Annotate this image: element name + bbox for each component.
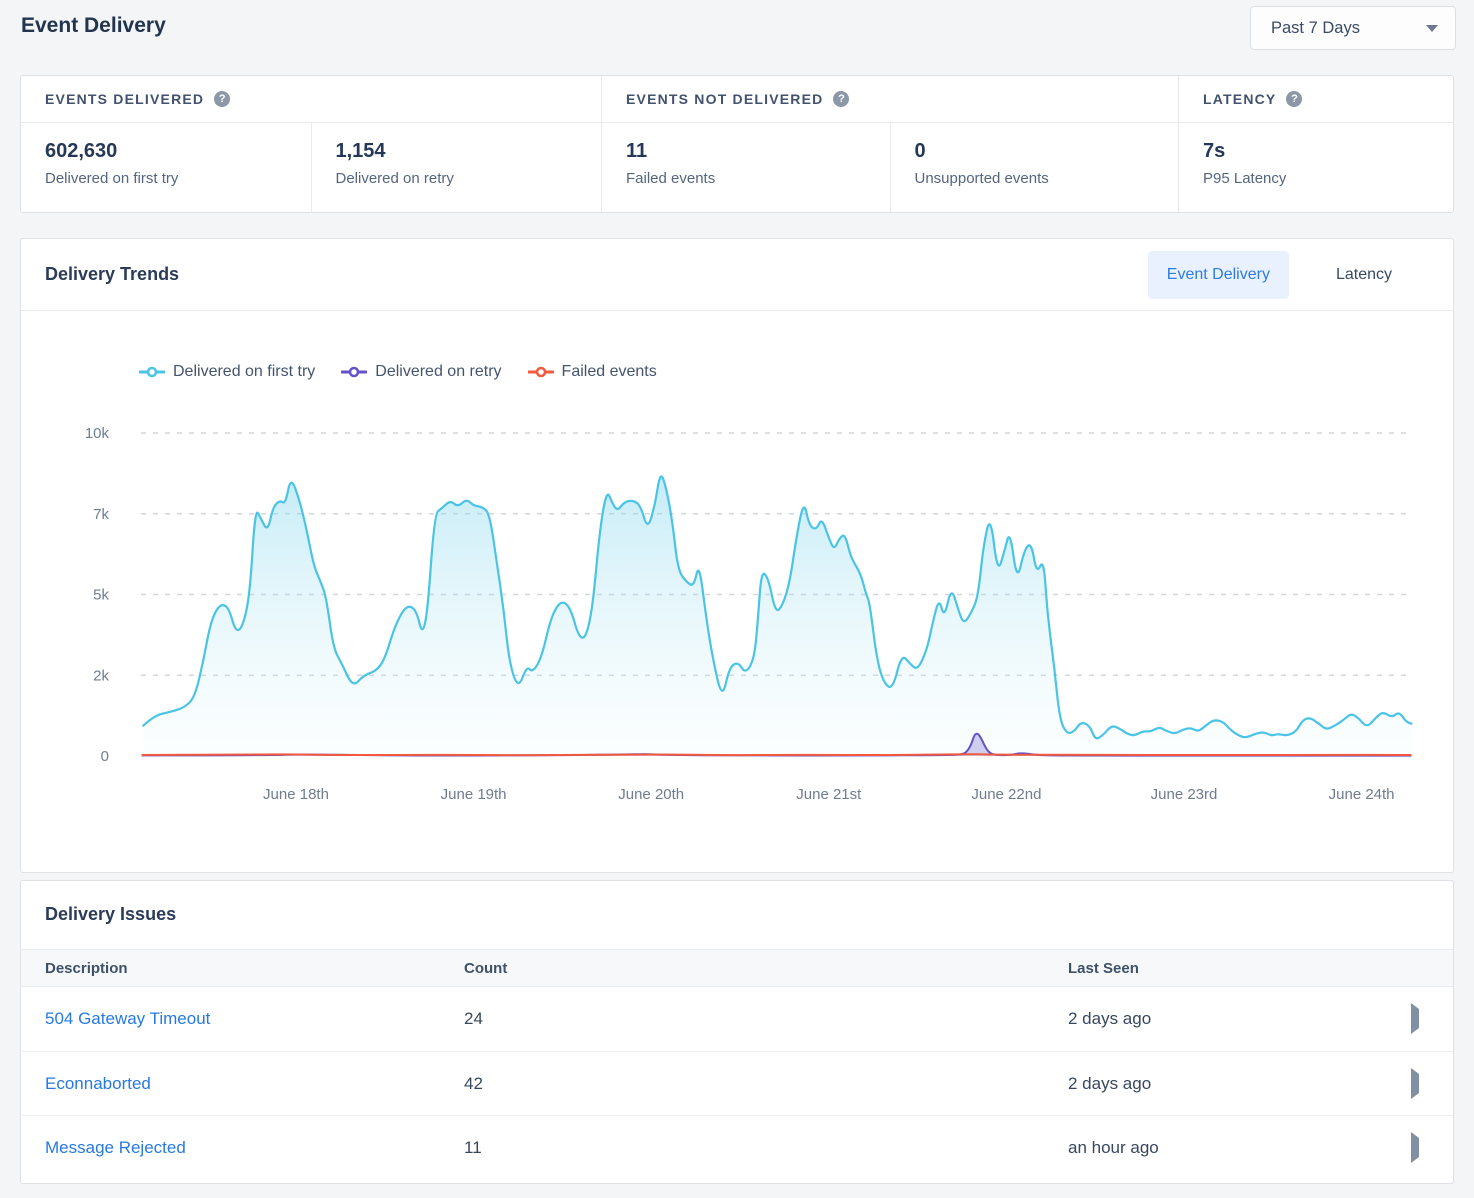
svg-text:June 22nd: June 22nd	[971, 786, 1041, 803]
legend-label: Delivered on first try	[173, 363, 315, 381]
legend-item-retry[interactable]: Delivered on retry	[341, 363, 501, 381]
tab-latency[interactable]: Latency	[1317, 251, 1411, 299]
help-icon[interactable]: ?	[1286, 91, 1302, 107]
issues-title: Delivery Issues	[21, 881, 1453, 949]
trend-chart-canvas: 0 2k 5k 7k 10k June 18th June 19th June 20th Jun…	[21, 311, 1453, 872]
stats-summary-card: EVENTS DELIVERED ? 602,630 Delivered on …	[20, 75, 1454, 213]
trends-tabs: Event Delivery Latency	[1148, 251, 1411, 299]
issue-last-seen: an hour ago	[1068, 1138, 1397, 1158]
svg-text:June 20th: June 20th	[618, 786, 684, 803]
stat-label: Unsupported events	[915, 170, 1155, 187]
issue-last-seen: 2 days ago	[1068, 1074, 1397, 1094]
stats-section-delivered: EVENTS DELIVERED ? 602,630 Delivered on …	[21, 76, 601, 212]
stats-section-latency: LATENCY ? 7s P95 Latency	[1178, 76, 1453, 212]
stats-section-header: EVENTS DELIVERED ?	[21, 76, 601, 123]
delivery-issues-card: Delivery Issues Description Count Last S…	[20, 880, 1454, 1184]
table-row[interactable]: Econnaborted 42 2 days ago	[21, 1051, 1453, 1115]
stat-value: 0	[915, 140, 1155, 163]
stat-value: 602,630	[45, 140, 287, 163]
stats-section-title: LATENCY	[1203, 91, 1276, 107]
stats-section-header: LATENCY ?	[1179, 76, 1453, 123]
stats-section-header: EVENTS NOT DELIVERED ?	[602, 76, 1178, 123]
stat-p95-latency: 7s P95 Latency	[1179, 123, 1453, 212]
issue-count: 24	[464, 1009, 1068, 1029]
delivery-trends-card: Delivery Trends Event Delivery Latency 0…	[20, 238, 1454, 873]
stats-section-title: EVENTS DELIVERED	[45, 91, 204, 107]
issues-table-header: Description Count Last Seen	[21, 949, 1453, 987]
line-marker-icon	[528, 366, 554, 378]
svg-text:June 24th: June 24th	[1329, 786, 1395, 803]
stats-section-title: EVENTS NOT DELIVERED	[626, 91, 823, 107]
svg-text:7k: 7k	[93, 506, 109, 523]
trends-header: Delivery Trends Event Delivery Latency	[21, 239, 1453, 311]
stat-failed-events: 11 Failed events	[602, 123, 890, 212]
issue-link[interactable]: Message Rejected	[45, 1138, 186, 1157]
legend-label: Delivered on retry	[375, 363, 501, 381]
page-title: Event Delivery	[21, 14, 166, 38]
chevron-right-icon[interactable]	[1411, 1068, 1419, 1099]
stat-label: P95 Latency	[1203, 170, 1429, 187]
issue-last-seen: 2 days ago	[1068, 1009, 1397, 1029]
date-range-select[interactable]: Past 7 Days	[1250, 6, 1456, 50]
stat-unsupported-events: 0 Unsupported events	[890, 123, 1179, 212]
trends-title: Delivery Trends	[45, 264, 179, 285]
legend-item-failed[interactable]: Failed events	[528, 363, 657, 381]
svg-text:0: 0	[101, 748, 109, 765]
column-header-description: Description	[45, 960, 464, 977]
svg-text:June 19th: June 19th	[441, 786, 507, 803]
stat-label: Delivered on retry	[336, 170, 578, 187]
stat-label: Delivered on first try	[45, 170, 287, 187]
stats-section-not-delivered: EVENTS NOT DELIVERED ? 11 Failed events …	[601, 76, 1178, 212]
stat-value: 7s	[1203, 140, 1429, 163]
svg-text:10k: 10k	[85, 425, 110, 442]
tab-event-delivery[interactable]: Event Delivery	[1148, 251, 1289, 299]
stat-value: 1,154	[336, 140, 578, 163]
issue-count: 11	[464, 1138, 1068, 1158]
stat-value: 11	[626, 140, 866, 163]
issue-link[interactable]: 504 Gateway Timeout	[45, 1009, 210, 1028]
delivery-trends-chart: 0 2k 5k 7k 10k June 18th June 19th June 20th Jun…	[21, 311, 1453, 872]
chevron-right-icon[interactable]	[1411, 1132, 1419, 1163]
chevron-down-icon	[1426, 25, 1438, 32]
date-range-value: Past 7 Days	[1271, 19, 1360, 38]
help-icon[interactable]: ?	[833, 91, 849, 107]
issue-count: 42	[464, 1074, 1068, 1094]
column-header-last-seen: Last Seen	[1068, 960, 1397, 977]
stat-first-try: 602,630 Delivered on first try	[21, 123, 311, 212]
svg-text:5k: 5k	[93, 587, 109, 604]
table-row[interactable]: Message Rejected 11 an hour ago	[21, 1115, 1453, 1179]
chevron-right-icon[interactable]	[1411, 1003, 1419, 1034]
legend-label: Failed events	[562, 363, 657, 381]
issue-link[interactable]: Econnaborted	[45, 1074, 151, 1093]
svg-text:2k: 2k	[93, 667, 109, 684]
column-header-count: Count	[464, 960, 1068, 977]
table-row[interactable]: 504 Gateway Timeout 24 2 days ago	[21, 987, 1453, 1051]
svg-text:June 23rd: June 23rd	[1151, 786, 1218, 803]
help-icon[interactable]: ?	[214, 91, 230, 107]
svg-text:June 21st: June 21st	[796, 786, 862, 803]
stat-retry: 1,154 Delivered on retry	[311, 123, 602, 212]
chart-legend: Delivered on first try Delivered on retr…	[139, 363, 657, 381]
line-marker-icon	[139, 366, 165, 378]
legend-item-first-try[interactable]: Delivered on first try	[139, 363, 315, 381]
svg-text:June 18th: June 18th	[263, 786, 329, 803]
line-marker-icon	[341, 366, 367, 378]
stat-label: Failed events	[626, 170, 866, 187]
